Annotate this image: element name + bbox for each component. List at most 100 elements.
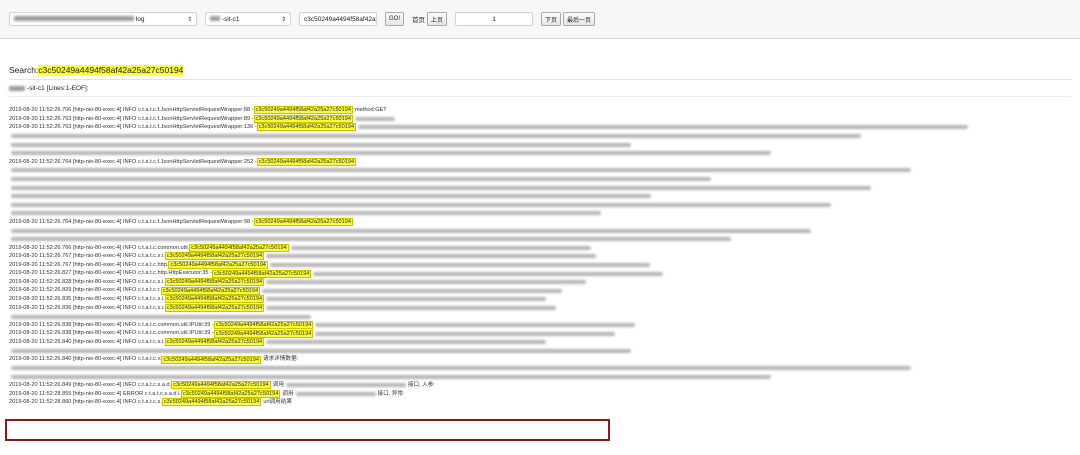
log-prefix: 2019-08-20 11:52:26.838 [http-nio-80-exe… <box>9 330 214 337</box>
log-prefix: 2019-08-20 11:52:26.849 [http-nio-80-exe… <box>9 382 172 388</box>
log-row <box>9 183 1071 192</box>
redacted-text <box>266 280 587 285</box>
env-select-value-group: -sit-c1 <box>210 16 240 23</box>
redacted-text <box>266 340 547 345</box>
log-row: 2019-08-20 11:52:26.766 [http-nio-80-exe… <box>9 243 1071 253</box>
first-page-link[interactable]: 首页 <box>412 14 425 24</box>
log-prefix: 2019-08-20 11:52:26.827 [http-nio-80-exe… <box>9 270 212 277</box>
log-row <box>9 347 1071 356</box>
log-row: 2019-08-20 11:52:26.840 [http-nio-80-exe… <box>9 355 1071 364</box>
file-name: -sit-c1 <box>27 85 45 92</box>
log-row <box>9 312 1071 321</box>
log-row <box>9 149 1071 158</box>
log-row: 2019-08-20 11:52:28.855 [http-nio-80-exe… <box>9 389 1071 399</box>
go-button[interactable]: GO! <box>385 12 405 26</box>
log-row: 2019-08-20 11:52:26.840 [http-nio-80-exe… <box>9 338 1071 347</box>
toolbar: log ⇕ -sit-c1 ⇕ c3c50249a4494f58af42a GO… <box>0 0 1080 39</box>
redacted-text <box>313 271 664 276</box>
page-number-input[interactable]: 1 <box>455 12 534 26</box>
redacted-text <box>295 391 376 396</box>
redacted-text <box>11 168 911 173</box>
redacted-text <box>290 245 591 250</box>
select-arrow-icon: ⇕ <box>280 16 286 23</box>
redacted-text <box>262 288 563 293</box>
results-area: Search:c3c50249a4494f58af42a25a27c50194 … <box>0 65 1080 407</box>
log-suffix: url调用结果 <box>263 399 292 406</box>
trace-id-highlight: c3c50249a4494f58af42a25a27c50194 <box>171 381 271 390</box>
log-row <box>9 132 1071 141</box>
redacted-text <box>11 134 861 139</box>
trace-id-highlight: c3c50249a4494f58af42a25a27c50194 <box>213 329 314 338</box>
redacted-text <box>11 211 601 216</box>
env-select-value: -sit-c1 <box>221 15 240 23</box>
redacted-text <box>266 254 597 259</box>
log-suffix: 调用 <box>272 382 284 388</box>
log-prefix: 2019-08-20 11:52:26.764 [http-nio-80-exe… <box>9 218 254 225</box>
redacted-text <box>11 151 771 156</box>
redacted-text <box>269 262 650 267</box>
trace-id-highlight: c3c50249a4494f58af42a25a27c50194 <box>253 114 353 123</box>
divider <box>9 79 1071 80</box>
log-row <box>9 192 1071 201</box>
trace-id-highlight: c3c50249a4494f58af42a25a27c50194 <box>164 252 265 261</box>
log-prefix: 2019-08-20 11:52:26.838 [http-nio-80-exe… <box>9 321 214 328</box>
log-row: 2019-08-20 11:52:26.827 [http-nio-80-exe… <box>9 269 1071 278</box>
redacted-text <box>11 237 731 242</box>
redacted-file-prefix <box>9 86 25 91</box>
trace-id-highlight: c3c50249a4494f58af42a25a27c50194 <box>161 355 261 364</box>
log-prefix: 2019-08-20 11:52:26.767 [http-nio-80-exe… <box>9 253 165 260</box>
log-prefix: 2019-08-20 11:52:26.763 [http-nio-80-exe… <box>9 124 257 131</box>
trace-id-highlight: c3c50249a4494f58af42a25a27c50194 <box>164 295 265 304</box>
log-prefix: 2019-08-20 11:52:26.828 [http-nio-80-exe… <box>9 278 165 285</box>
trace-id-highlight: c3c50249a4494f58af42a25a27c50194 <box>164 338 265 347</box>
redacted-text <box>315 331 616 336</box>
redacted-text <box>285 383 406 388</box>
log-suffix: method:GET <box>355 107 387 113</box>
log-prefix: 2019-08-20 11:52:26.706 [http-nio-80-exe… <box>9 107 254 113</box>
redacted-text <box>11 194 651 199</box>
search-input[interactable]: c3c50249a4494f58af42a <box>299 12 377 26</box>
log-row <box>9 175 1071 184</box>
app-select[interactable]: log ⇕ <box>9 12 197 26</box>
redacted-app-prefix <box>14 16 134 22</box>
trace-id-highlight: c3c50249a4494f58af42a25a27c50194 <box>213 321 314 330</box>
log-prefix: 2019-08-20 11:52:26.835 [http-nio-80-exe… <box>9 296 165 303</box>
log-suffix: 请求详情数据: <box>262 356 299 363</box>
env-select[interactable]: -sit-c1 ⇕ <box>205 12 291 26</box>
redacted-text <box>11 374 771 379</box>
log-row: 2019-08-20 11:52:26.763 [http-nio-80-exe… <box>9 123 1071 132</box>
log-row <box>9 166 1071 175</box>
trace-id-highlight: c3c50249a4494f58af42a25a27c50194 <box>189 243 289 252</box>
log-prefix: 2019-08-20 11:52:26.836 [http-nio-80-exe… <box>9 304 165 311</box>
log-row: 2019-08-20 11:52:28.860 [http-nio-80-exe… <box>9 398 1071 407</box>
log-row <box>9 364 1071 373</box>
log-prefix: 2019-08-20 11:52:26.767 [http-nio-80-exe… <box>9 261 169 268</box>
log-row: 2019-08-20 11:52:26.764 [http-nio-80-exe… <box>9 157 1071 167</box>
log-row: 2019-08-20 11:52:26.829 [http-nio-80-exe… <box>9 286 1071 295</box>
trace-id-highlight: c3c50249a4494f58af42a25a27c50194 <box>168 260 268 269</box>
redacted-text <box>11 185 871 190</box>
trace-id-highlight: c3c50249a4494f58af42a25a27c50194 <box>180 389 281 398</box>
redacted-text <box>266 305 557 310</box>
log-row <box>9 372 1071 381</box>
last-page-button[interactable]: 最后一页 <box>563 12 596 26</box>
log-suffix: 调用 <box>282 390 294 397</box>
error-highlight-box <box>5 419 610 441</box>
search-heading: Search:c3c50249a4494f58af42a25a27c50194 <box>9 65 1071 75</box>
redacted-text <box>266 297 547 302</box>
redacted-text <box>11 142 631 147</box>
log-tail: 接口, 异常: <box>377 390 405 397</box>
log-row: 2019-08-20 11:52:26.838 [http-nio-80-exe… <box>9 321 1071 330</box>
redacted-text <box>11 314 311 319</box>
redacted-text <box>11 366 911 371</box>
log-row: 2019-08-20 11:52:26.767 [http-nio-80-exe… <box>9 252 1071 261</box>
search-label: Search: <box>9 65 39 75</box>
log-row <box>9 201 1071 210</box>
log-row <box>9 226 1071 235</box>
next-page-button[interactable]: 下页 <box>541 12 562 26</box>
prev-page-button[interactable]: 上页 <box>427 12 448 26</box>
file-range: [Lines:1-EOF]: <box>46 85 89 92</box>
app-select-value-group: log <box>14 16 145 23</box>
log-prefix: 2019-08-20 11:52:26.840 [http-nio-80-exe… <box>9 356 162 363</box>
log-prefix: 2019-08-20 11:52:28.860 [http-nio-80-exe… <box>9 399 162 406</box>
